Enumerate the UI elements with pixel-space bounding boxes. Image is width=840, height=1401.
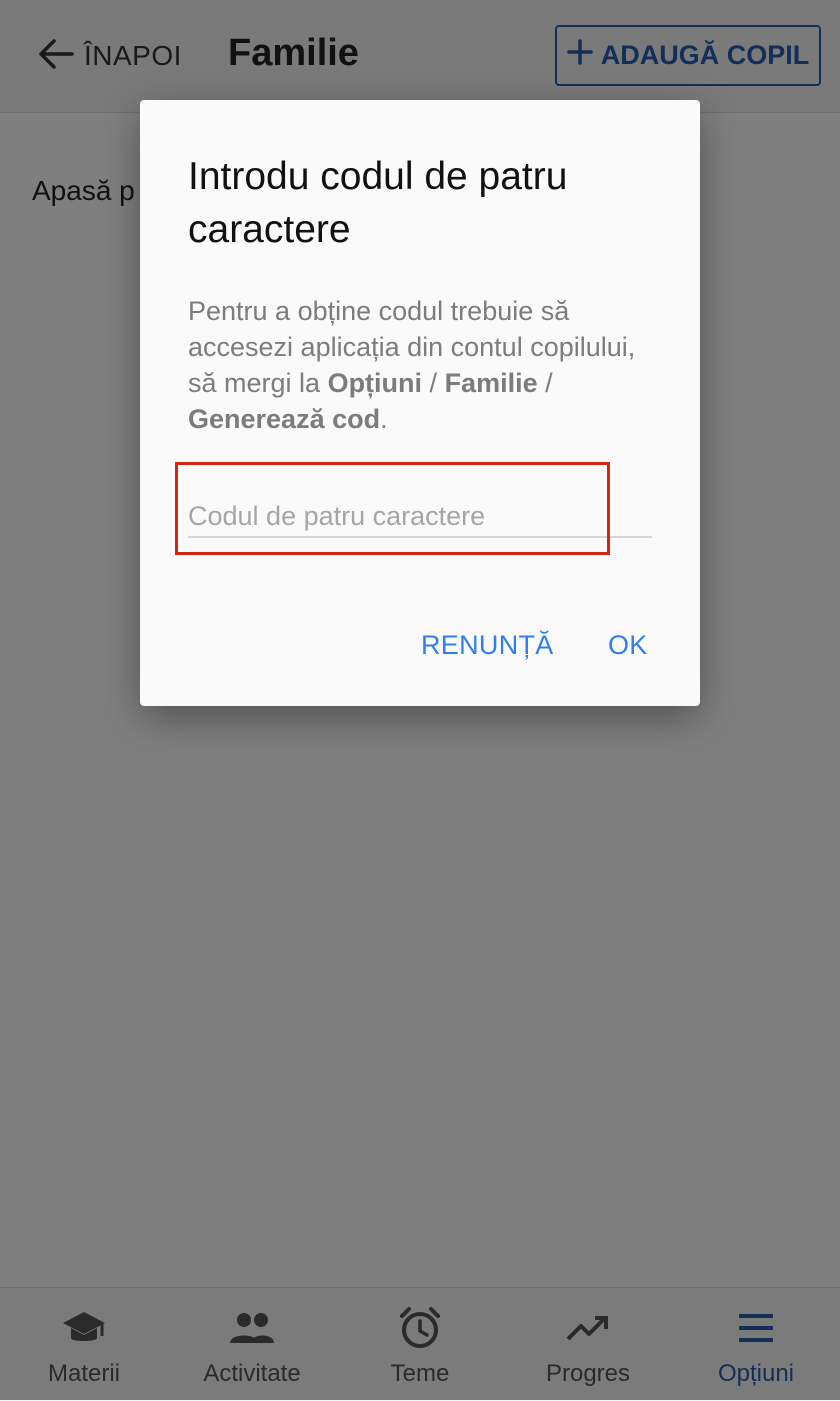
ok-button[interactable]: OK bbox=[608, 630, 648, 661]
path-familie: Familie bbox=[444, 368, 538, 398]
path-genereaza-cod: Generează cod bbox=[188, 404, 381, 434]
cancel-button[interactable]: RENUNȚĂ bbox=[421, 630, 554, 661]
body-suffix: . bbox=[380, 404, 388, 434]
code-input[interactable] bbox=[188, 496, 652, 538]
dialog-title: Introdu codul de patru caractere bbox=[188, 155, 568, 251]
path-separator: / bbox=[537, 368, 553, 398]
enter-code-dialog: Introdu codul de patru caractere Pentru … bbox=[140, 100, 700, 706]
path-optiuni: Opțiuni bbox=[327, 368, 423, 398]
path-separator: / bbox=[422, 368, 445, 398]
dialog-description: Pentru a obține codul trebuie să accesez… bbox=[188, 293, 648, 437]
